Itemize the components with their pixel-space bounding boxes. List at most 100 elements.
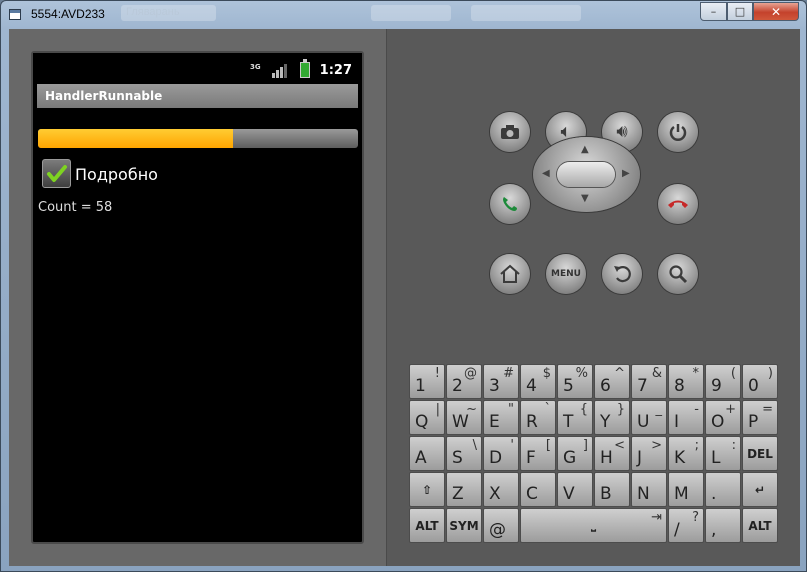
key-label: 1 — [415, 376, 426, 396]
search-button[interactable] — [658, 254, 698, 294]
key-.[interactable]: . — [705, 472, 741, 507]
details-checkbox[interactable] — [42, 159, 71, 188]
maximize-button[interactable]: □ — [727, 2, 753, 21]
key-5[interactable]: 5% — [557, 364, 593, 399]
power-icon — [669, 124, 687, 141]
emulator-window: 5554:AVD233 Гляварань – □ ✕ 3G 1:27 Hand… — [0, 0, 807, 572]
key-l[interactable]: L: — [705, 436, 741, 471]
minimize-icon: – — [710, 5, 717, 18]
key-6[interactable]: 6 ^ — [594, 364, 630, 399]
key-n[interactable]: N — [631, 472, 667, 507]
key-alt-right[interactable]: ALT — [742, 508, 778, 543]
key-b[interactable]: B — [594, 472, 630, 507]
key-a[interactable]: A — [409, 436, 445, 471]
key-sym[interactable]: SYM — [446, 508, 482, 543]
key-e[interactable]: E " — [483, 400, 519, 435]
key-t[interactable]: T{ — [557, 400, 593, 435]
call-button[interactable] — [490, 184, 530, 224]
back-icon — [614, 266, 631, 283]
end-call-icon — [668, 200, 688, 208]
key-0[interactable]: 0) — [742, 364, 778, 399]
key-x[interactable]: X — [483, 472, 519, 507]
key-alt-label: ? — [692, 510, 699, 525]
hardware-keyboard: 1! 2 @3 #4 $5% 6 ^ 7 & 8 * 9(0) Q | W ~ E " R ` T{Y} U _ I - O + P =… — [409, 363, 780, 545]
key-w[interactable]: W ~ — [446, 400, 482, 435]
dpad-down-icon[interactable]: ▼ — [581, 194, 589, 204]
key-label: Y — [600, 412, 611, 432]
key-⇧[interactable]: ⇧ — [409, 472, 445, 507]
key-r[interactable]: R ` — [520, 400, 556, 435]
menu-button[interactable]: MENU — [546, 254, 586, 294]
key-h[interactable]: H < — [594, 436, 630, 471]
key-label: 7 — [637, 376, 648, 396]
key-label: ALT — [415, 518, 439, 533]
app-title-bar: HandlerRunnable — [37, 84, 358, 108]
key-9[interactable]: 9( — [705, 364, 741, 399]
power-button[interactable] — [658, 112, 698, 152]
dpad-left-icon[interactable]: ◀ — [542, 169, 550, 179]
dpad-center-button[interactable] — [557, 162, 615, 187]
key-comma[interactable]: , — [705, 508, 741, 543]
count-text: Count = 58 — [38, 200, 113, 215]
device-screen[interactable]: 3G 1:27 HandlerRunnable Подробно Count =… — [31, 51, 364, 544]
window-titlebar[interactable]: 5554:AVD233 Гляварань – □ ✕ — [1, 1, 807, 29]
background-blur — [371, 5, 451, 21]
key-k[interactable]: K; — [668, 436, 704, 471]
battery-icon — [300, 59, 310, 78]
dpad[interactable]: ▲ ▼ ◀ ▶ — [533, 137, 640, 212]
key-c[interactable]: C — [520, 472, 556, 507]
key-o[interactable]: O + — [705, 400, 741, 435]
key-alt-left[interactable]: ALT — [409, 508, 445, 543]
key-2[interactable]: 2 @ — [446, 364, 482, 399]
home-button[interactable] — [490, 254, 530, 294]
key-3[interactable]: 3 # — [483, 364, 519, 399]
key-alt-label: ⇥ — [651, 510, 662, 525]
key-m[interactable]: M — [668, 472, 704, 507]
key-alt-label: | — [435, 402, 440, 417]
key-label: 2 — [452, 376, 463, 396]
camera-button[interactable] — [490, 112, 530, 152]
key-label: 4 — [526, 376, 537, 396]
key-label: , — [711, 520, 717, 540]
close-button[interactable]: ✕ — [753, 2, 799, 21]
key-alt-label: { — [579, 402, 588, 417]
key-q[interactable]: Q | — [409, 400, 445, 435]
key-7[interactable]: 7 & — [631, 364, 667, 399]
key-z[interactable]: Z — [446, 472, 482, 507]
key-del[interactable]: DEL — [742, 436, 778, 471]
key-space[interactable]: ⎵ ⇥ — [520, 508, 667, 543]
background-blur — [471, 5, 581, 21]
key-at[interactable]: @ — [483, 508, 519, 543]
key-alt-label: ! — [434, 366, 440, 381]
minimize-button[interactable]: – — [700, 2, 727, 21]
key-s[interactable]: S \ — [446, 436, 482, 471]
key-↵[interactable]: ↵ — [742, 472, 778, 507]
back-button[interactable] — [602, 254, 642, 294]
key-f[interactable]: F[ — [520, 436, 556, 471]
key-slash[interactable]: /? — [668, 508, 704, 543]
key-d[interactable]: D ' — [483, 436, 519, 471]
signal-icon — [272, 64, 290, 78]
key-label: ALT — [748, 518, 772, 533]
key-label: E — [489, 412, 500, 432]
key-1[interactable]: 1! — [409, 364, 445, 399]
key-p[interactable]: P = — [742, 400, 778, 435]
checkbox-label[interactable]: Подробно — [75, 165, 158, 184]
key-i[interactable]: I- — [668, 400, 704, 435]
key-alt-label: ' — [510, 438, 514, 453]
dpad-up-icon[interactable]: ▲ — [581, 145, 589, 155]
key-v[interactable]: V — [557, 472, 593, 507]
key-label: F — [526, 448, 536, 468]
key-alt-label: ] — [582, 438, 588, 453]
key-j[interactable]: J > — [631, 436, 667, 471]
key-label: L — [711, 448, 721, 468]
key-g[interactable]: G] — [557, 436, 593, 471]
key-label: 3 — [489, 376, 500, 396]
key-u[interactable]: U _ — [631, 400, 667, 435]
key-8[interactable]: 8 * — [668, 364, 704, 399]
key-alt-label: ^ — [614, 366, 625, 381]
key-4[interactable]: 4 $ — [520, 364, 556, 399]
end-call-button[interactable] — [658, 184, 698, 224]
key-y[interactable]: Y} — [594, 400, 630, 435]
dpad-right-icon[interactable]: ▶ — [622, 169, 630, 179]
